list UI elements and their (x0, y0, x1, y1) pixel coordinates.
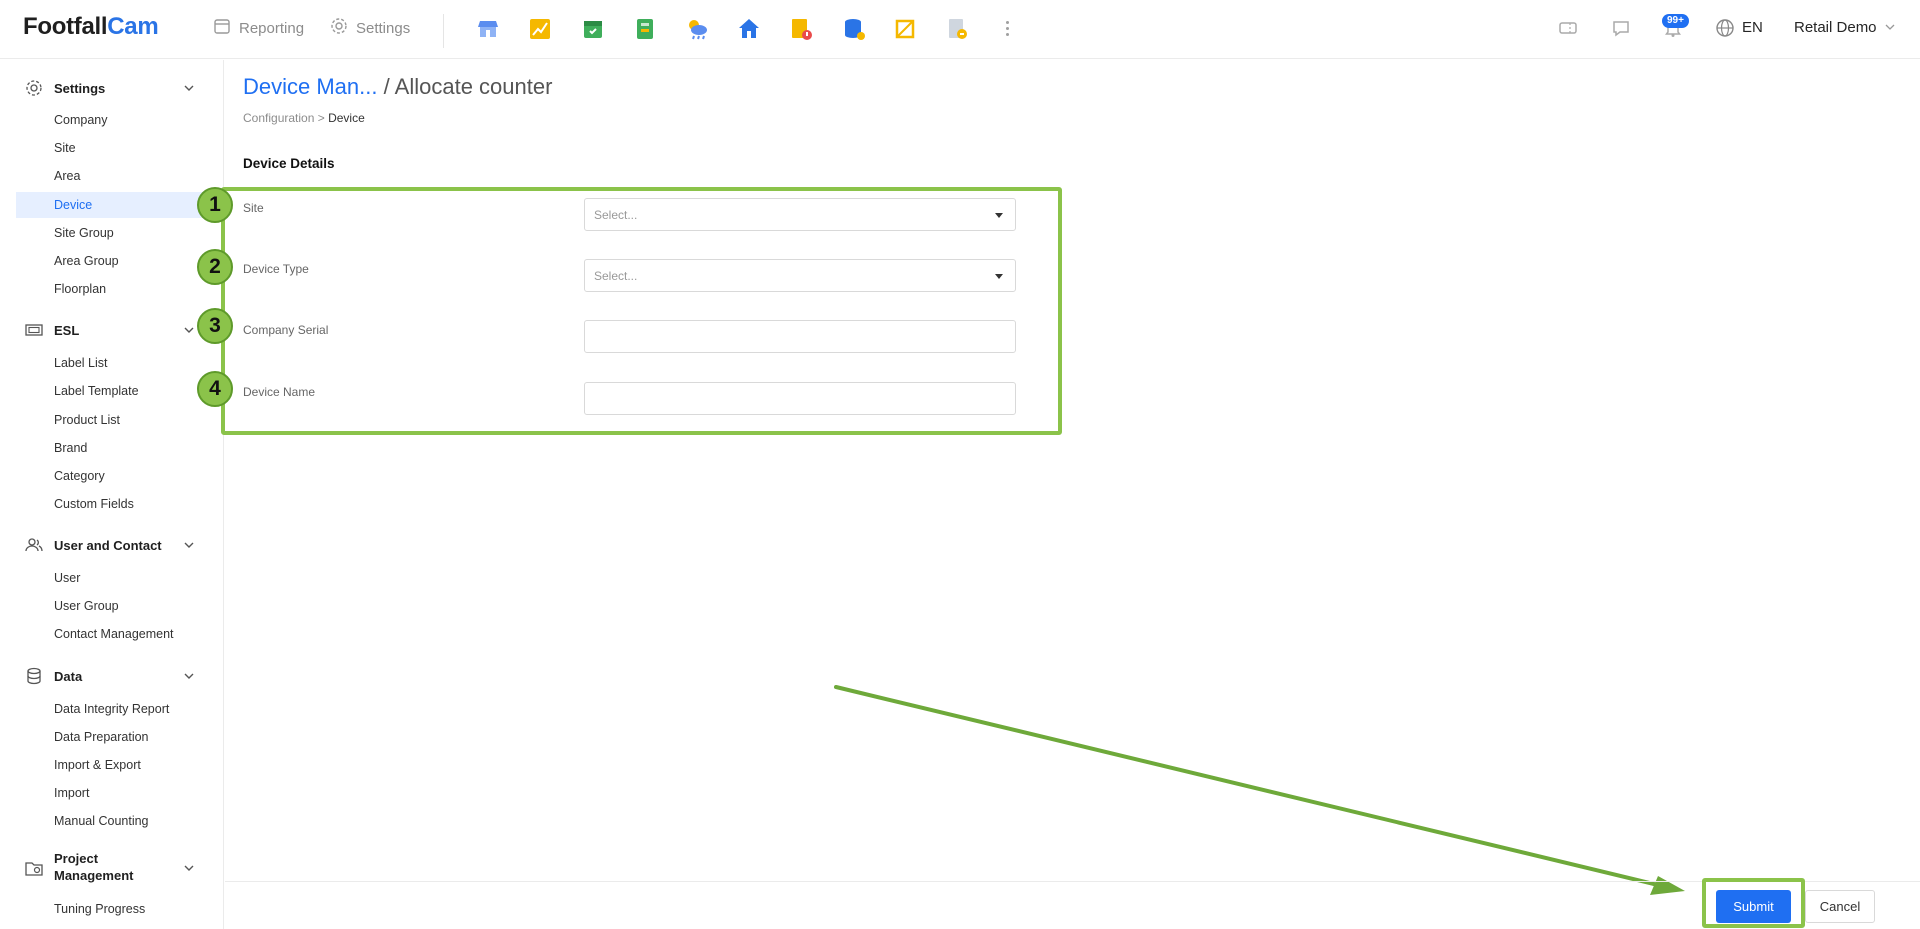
footer-divider (225, 881, 1920, 882)
sidebar-item-label-list[interactable]: Label List (16, 350, 223, 376)
ticket-icon[interactable] (1558, 18, 1578, 38)
company-serial-label: Company Serial (243, 323, 329, 337)
chevron-down-icon (184, 540, 194, 550)
folder-gear-icon (25, 859, 43, 877)
sidebar-item-user[interactable]: User (16, 565, 223, 591)
ledger-app-icon[interactable] (633, 17, 657, 41)
message-icon[interactable] (1611, 18, 1631, 38)
sidebar-item-company[interactable]: Company (16, 107, 223, 133)
weather-app-icon[interactable] (685, 17, 709, 41)
device-type-select[interactable]: Select... (584, 259, 1016, 292)
annotation-arrow (834, 685, 1685, 895)
gear-icon (330, 17, 348, 39)
breadcrumb-device: Device (328, 111, 365, 125)
footfallcam-logo[interactable]: FootfallCam (23, 13, 159, 41)
chevron-down-icon (1885, 19, 1895, 36)
chart-app-icon[interactable] (528, 17, 552, 41)
calendar-app-icon[interactable] (581, 17, 605, 41)
sidebar-item-device[interactable]: Device (16, 192, 223, 218)
company-serial-wrapper (584, 320, 1016, 353)
chevron-down-icon (184, 671, 194, 681)
notification-badge: 99+ (1662, 14, 1689, 28)
step-badge-3: 3 (197, 308, 233, 344)
top-bar: FootfallCam Reporting Settings 99+ EN Re… (0, 0, 1920, 59)
sidebar-item-product-list[interactable]: Product List (16, 407, 223, 433)
sidebar-item-data-integrity-report[interactable]: Data Integrity Report (16, 696, 223, 722)
device-name-input[interactable] (585, 383, 1015, 414)
divider (443, 14, 444, 48)
device-name-label: Device Name (243, 385, 316, 399)
home-app-icon[interactable] (737, 17, 761, 41)
database-app-icon[interactable] (842, 17, 866, 41)
sidebar-item-area[interactable]: Area (16, 163, 223, 189)
step-badge-4: 4 (197, 371, 233, 407)
sidebar-item-site[interactable]: Site (16, 135, 223, 161)
site-label: Site (243, 201, 264, 215)
breadcrumb: Configuration > Device (243, 111, 365, 125)
step-badge-2: 2 (197, 249, 233, 285)
sidebar-group-user-contact[interactable]: User and Contact (0, 531, 223, 559)
sidebar-item-manual-counting[interactable]: Manual Counting (16, 808, 223, 834)
sidebar-group-data[interactable]: Data (0, 662, 223, 690)
sidebar-item-category[interactable]: Category (16, 463, 223, 489)
breadcrumb-configuration[interactable]: Configuration (243, 111, 314, 125)
device-name-wrapper (584, 382, 1016, 415)
more-apps-icon[interactable] (1004, 18, 1010, 40)
display-icon (25, 321, 43, 339)
sidebar-item-contact-management[interactable]: Contact Management (16, 621, 223, 647)
step-badge-1: 1 (197, 187, 233, 223)
chevron-down-icon (184, 863, 194, 873)
users-icon (25, 536, 43, 554)
nav-settings[interactable]: Settings (330, 17, 410, 39)
globe-icon[interactable] (1715, 18, 1735, 38)
nav-reporting[interactable]: Reporting (213, 17, 304, 39)
language-selector[interactable]: EN (1742, 19, 1763, 36)
sidebar-item-brand[interactable]: Brand (16, 435, 223, 461)
sidebar-item-tuning-progress[interactable]: Tuning Progress (16, 896, 223, 922)
site-select[interactable]: Select... (584, 198, 1016, 231)
sidebar-item-import-export[interactable]: Import & Export (16, 752, 223, 778)
cancel-button[interactable]: Cancel (1805, 890, 1875, 923)
sidebar-item-floorplan[interactable]: Floorplan (16, 276, 223, 302)
sidebar-item-import[interactable]: Import (16, 780, 223, 806)
store-app-icon[interactable] (476, 17, 500, 41)
chevron-down-icon (184, 325, 194, 335)
device-type-label: Device Type (243, 262, 309, 276)
file-export-app-icon[interactable] (945, 17, 969, 41)
user-menu[interactable]: Retail Demo (1794, 19, 1895, 36)
sidebar-item-data-preparation[interactable]: Data Preparation (16, 724, 223, 750)
sidebar-group-esl[interactable]: ESL (0, 316, 223, 344)
caret-down-icon (995, 274, 1003, 279)
alert-doc-app-icon[interactable] (789, 17, 813, 41)
sidebar-item-user-group[interactable]: User Group (16, 593, 223, 619)
sidebar-item-area-group[interactable]: Area Group (16, 248, 223, 274)
sidebar-item-custom-fields[interactable]: Custom Fields (16, 491, 223, 517)
sidebar: Settings Company Site Area Device Site G… (0, 60, 224, 929)
page-title: Device Man... / Allocate counter (243, 74, 553, 99)
company-serial-input[interactable] (585, 321, 1015, 352)
database-icon (25, 667, 43, 685)
sidebar-group-settings[interactable]: Settings (0, 74, 223, 102)
chevron-down-icon (184, 83, 194, 93)
calendar-icon (213, 17, 231, 39)
sidebar-item-label-template[interactable]: Label Template (16, 378, 223, 404)
sidebar-group-project-management[interactable]: Project Management (0, 850, 223, 886)
sidebar-item-site-group[interactable]: Site Group (16, 220, 223, 246)
crop-app-icon[interactable] (893, 17, 917, 41)
caret-down-icon (995, 213, 1003, 218)
section-title-device-details: Device Details (243, 156, 335, 171)
title-link-device-management[interactable]: Device Man... (243, 74, 378, 99)
gear-icon (25, 79, 43, 97)
submit-button[interactable]: Submit (1716, 890, 1791, 923)
